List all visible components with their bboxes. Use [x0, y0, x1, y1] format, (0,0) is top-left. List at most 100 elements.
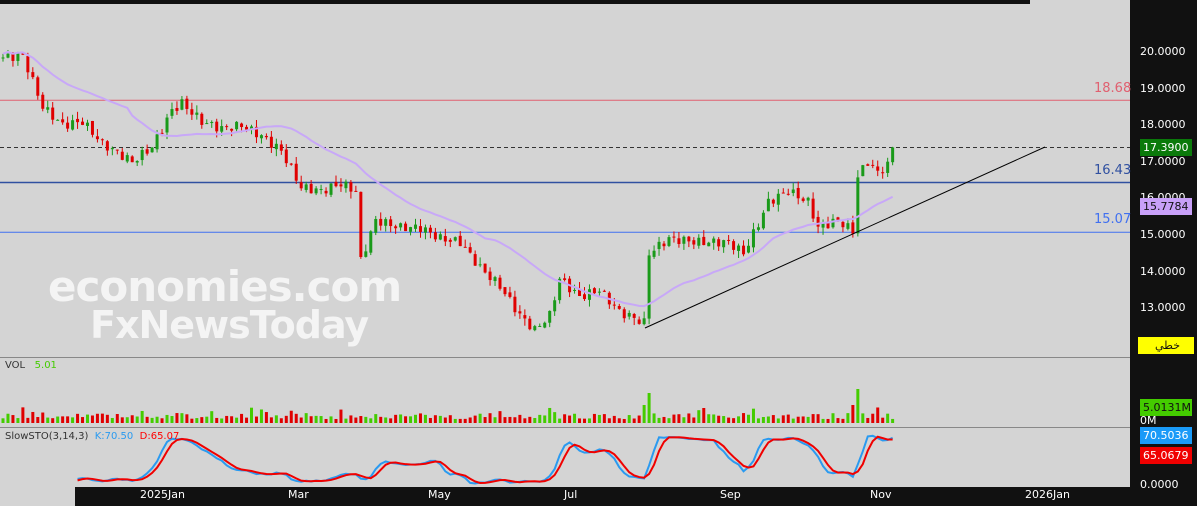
candle: [662, 243, 666, 247]
volume-bar: [140, 410, 144, 423]
candle: [707, 242, 711, 247]
volume-bar: [399, 414, 403, 423]
volume-bar: [180, 413, 184, 423]
volume-bar: [756, 418, 760, 423]
candle: [667, 237, 671, 246]
candle: [339, 184, 343, 187]
candle: [627, 312, 631, 317]
candle: [856, 177, 860, 234]
candle: [548, 310, 552, 323]
volume-bar: [488, 413, 492, 423]
volume-bar: [592, 413, 596, 423]
volume-bar: [448, 415, 452, 423]
price-tick: 19.0000: [1140, 81, 1186, 95]
volume-bar: [389, 418, 393, 423]
candle: [503, 287, 507, 295]
candle: [135, 160, 139, 163]
volume-bar: [51, 418, 55, 423]
candle: [756, 227, 760, 230]
volume-bar: [737, 416, 741, 423]
candle: [36, 77, 40, 96]
candle: [170, 109, 174, 116]
volume-bar: [811, 414, 815, 423]
candle: [409, 227, 413, 232]
volume-bar: [563, 414, 567, 423]
volume-bar: [165, 414, 169, 423]
candle: [871, 164, 875, 166]
candle: [210, 122, 214, 124]
candle: [886, 161, 890, 173]
candle: [130, 156, 134, 163]
volume-bar: [309, 416, 313, 423]
candle: [240, 123, 244, 128]
candle: [314, 188, 318, 194]
volume-bar: [821, 418, 825, 423]
volume-bar: [682, 417, 686, 423]
price-tick: 18.0000: [1140, 118, 1186, 132]
candle: [349, 182, 353, 192]
volume-bar: [881, 417, 885, 423]
volume-bar: [404, 416, 408, 423]
candle: [364, 251, 368, 257]
volume-bar: [543, 415, 547, 423]
candle: [652, 250, 656, 257]
volume-bar: [190, 418, 194, 423]
volume-bar: [528, 416, 532, 423]
candle: [329, 183, 333, 195]
candle: [473, 254, 477, 266]
candle: [881, 172, 885, 174]
candle: [563, 278, 567, 281]
volume-bar: [607, 418, 611, 423]
volume-bar: [21, 407, 25, 423]
volume-bar: [573, 413, 577, 423]
candle: [791, 189, 795, 194]
volume-bar: [538, 414, 542, 423]
candle: [518, 311, 522, 314]
volume-bar: [409, 416, 413, 423]
candle: [766, 198, 770, 212]
candle: [205, 123, 209, 125]
last-price-tag: 17.3900: [1140, 139, 1192, 156]
candle: [235, 121, 239, 130]
vol-panel-label: VOL 5.01: [5, 360, 57, 371]
candle: [647, 255, 651, 319]
volume-bar: [160, 418, 164, 423]
candle: [478, 264, 482, 266]
candle: [155, 134, 159, 150]
volume-bar: [414, 414, 418, 423]
candle: [85, 122, 89, 126]
volume-bar: [95, 413, 99, 423]
volume-bar: [11, 415, 15, 423]
tool-label-tag[interactable]: خطي: [1138, 337, 1194, 354]
volume-bar: [354, 417, 358, 423]
volume-bar: [269, 417, 273, 423]
candle: [866, 164, 870, 166]
volume-bar: [786, 414, 790, 423]
candle: [528, 318, 532, 330]
volume-bar: [742, 413, 746, 423]
candle: [61, 119, 65, 123]
candle: [811, 198, 815, 219]
volume-bar: [100, 413, 104, 423]
candle: [876, 166, 880, 171]
volume-bar: [707, 414, 711, 423]
candle: [687, 236, 691, 242]
volume-zero-tick: 0M: [1140, 414, 1157, 427]
volume-bar: [428, 417, 432, 423]
candle: [637, 319, 641, 324]
volume-bar: [240, 413, 244, 423]
candle: [230, 128, 234, 131]
volume-bar: [314, 415, 318, 423]
volume-bar: [672, 414, 676, 423]
volume-bar: [36, 417, 40, 423]
candle: [289, 163, 293, 165]
volume-bar: [443, 417, 447, 423]
volume-bar: [453, 418, 457, 423]
candle: [369, 231, 373, 253]
volume-bar: [871, 413, 875, 423]
candle: [359, 191, 363, 257]
stochastic-d-line: [77, 435, 893, 484]
candle: [742, 245, 746, 255]
volume-bar: [185, 414, 189, 423]
volume-bar: [264, 412, 268, 423]
